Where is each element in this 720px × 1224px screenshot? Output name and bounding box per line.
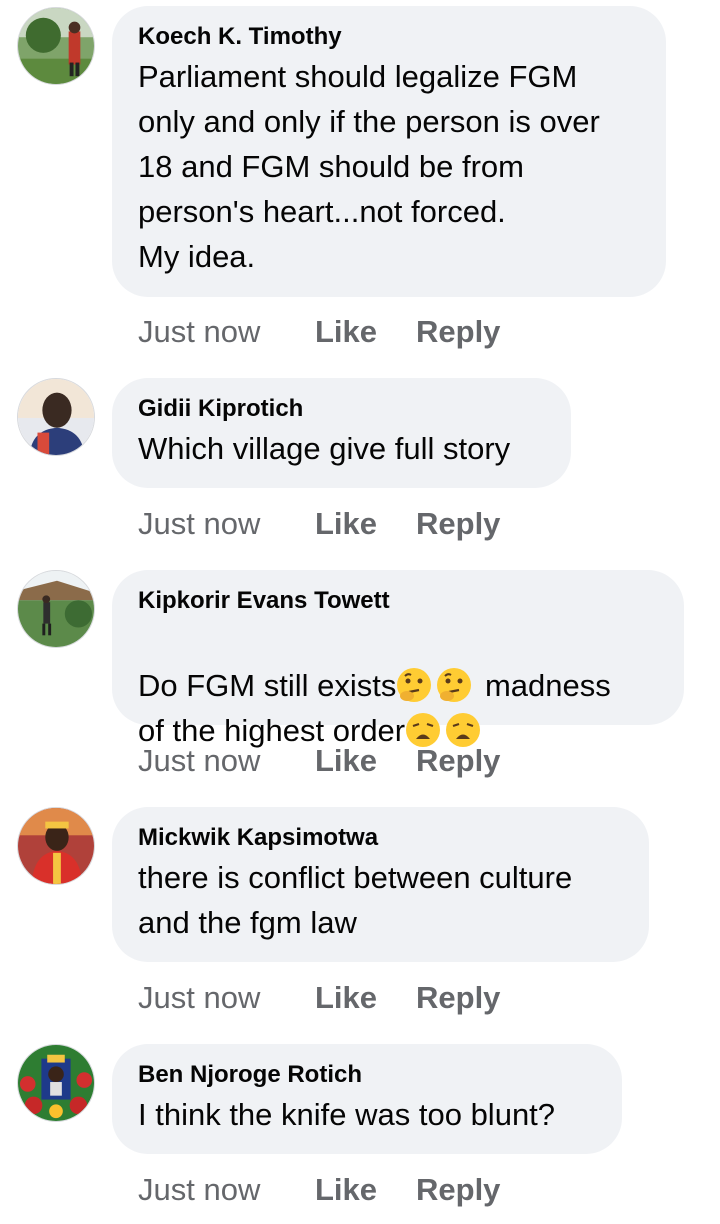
thinking-face-emoji	[396, 667, 432, 703]
reply-button[interactable]: Reply	[416, 978, 500, 1018]
like-button[interactable]: Like	[315, 978, 416, 1018]
avatar[interactable]	[17, 570, 95, 648]
comment-text: I think the knife was too blunt?	[138, 1097, 556, 1132]
reply-button[interactable]: Reply	[416, 504, 500, 544]
comment-author[interactable]: Mickwik Kapsimotwa	[138, 823, 623, 853]
comment-text: there is conflict between culture and th…	[138, 860, 573, 940]
comment-timestamp[interactable]: Just now	[138, 741, 315, 781]
avatar[interactable]	[17, 1044, 95, 1122]
avatar-photo	[18, 379, 94, 455]
like-button[interactable]: Like	[315, 312, 416, 352]
comment-actions: Just now Like Reply	[138, 312, 500, 352]
comment-text-part: madness	[476, 668, 611, 703]
comment-bubble: Koech K. Timothy Parliament should legal…	[112, 6, 666, 297]
comment-bubble: Mickwik Kapsimotwa there is conflict bet…	[112, 807, 649, 962]
comment-bubble: Gidii Kiprotich Which village give full …	[112, 378, 571, 488]
avatar[interactable]	[17, 378, 95, 456]
like-button[interactable]: Like	[315, 741, 416, 781]
avatar-photo	[18, 1045, 94, 1121]
comment-text: Parliament should legalize FGM only and …	[138, 59, 600, 274]
comment-timestamp[interactable]: Just now	[138, 312, 315, 352]
avatar-photo	[18, 571, 94, 647]
comment-actions: Just now Like Reply	[138, 741, 500, 781]
comment-author[interactable]: Koech K. Timothy	[138, 22, 640, 52]
avatar-photo	[18, 808, 94, 884]
reply-button[interactable]: Reply	[416, 312, 500, 352]
comment-bubble: Ben Njoroge Rotich I think the knife was…	[112, 1044, 622, 1154]
comment-text: Which village give full story	[138, 431, 511, 466]
like-button[interactable]: Like	[315, 504, 416, 544]
thinking-face-emoji	[436, 667, 472, 703]
comment-text-part: Do FGM still exists	[138, 668, 397, 703]
comment-timestamp[interactable]: Just now	[138, 978, 315, 1018]
reply-button[interactable]: Reply	[416, 1170, 500, 1210]
comment-author[interactable]: Ben Njoroge Rotich	[138, 1060, 596, 1090]
comment-timestamp[interactable]: Just now	[138, 1170, 315, 1210]
reply-button[interactable]: Reply	[416, 741, 500, 781]
comment-actions: Just now Like Reply	[138, 978, 500, 1018]
comment-timestamp[interactable]: Just now	[138, 504, 315, 544]
comment-actions: Just now Like Reply	[138, 504, 500, 544]
comment-actions: Just now Like Reply	[138, 1170, 500, 1210]
avatar[interactable]	[17, 7, 95, 85]
comment-bubble: Kipkorir Evans Towett Do FGM still exist…	[112, 570, 684, 748]
avatar-photo	[18, 8, 94, 84]
like-button[interactable]: Like	[315, 1170, 416, 1210]
comment-author[interactable]: Kipkorir Evans Towett	[138, 586, 658, 616]
comment-author[interactable]: Gidii Kiprotich	[138, 394, 545, 424]
avatar[interactable]	[17, 807, 95, 885]
comment-text: Do FGM still exists madness of the highes…	[138, 618, 658, 753]
